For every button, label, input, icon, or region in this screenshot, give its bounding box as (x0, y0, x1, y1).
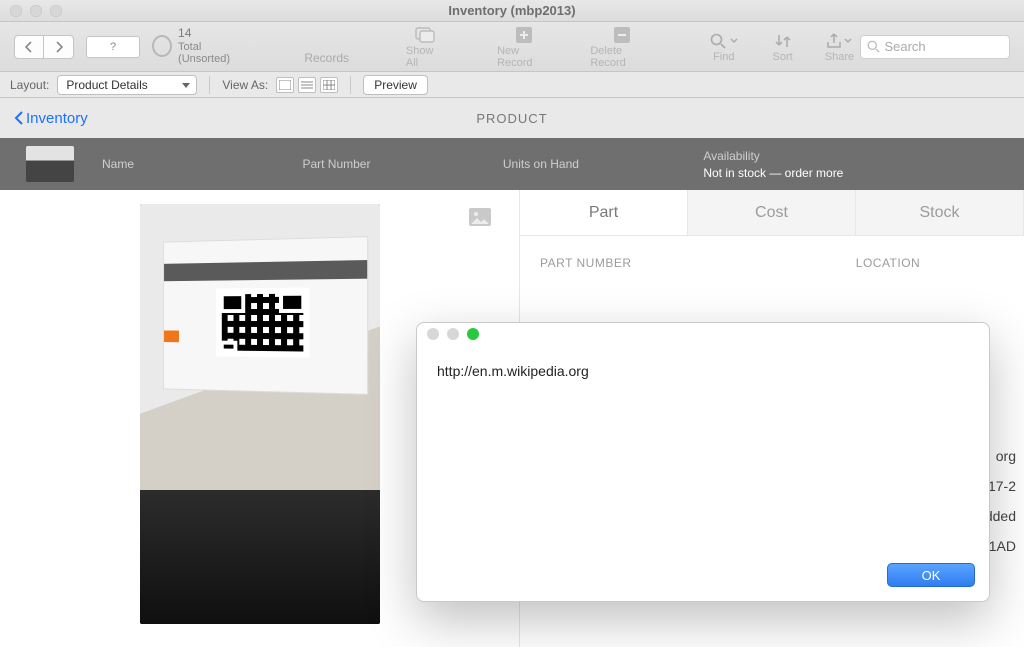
dialog-minimize-dot-icon[interactable] (447, 328, 459, 340)
total-count: 14 (178, 27, 247, 41)
qr-code-icon (216, 288, 310, 359)
dialog-titlebar (417, 323, 989, 345)
preview-button[interactable]: Preview (363, 75, 428, 95)
plus-square-icon (514, 25, 534, 45)
view-table-button[interactable] (320, 77, 338, 93)
search-placeholder: Search (884, 39, 925, 54)
share-icon (824, 31, 854, 51)
tab-stock[interactable]: Stock (856, 190, 1024, 235)
record-thumbnail (26, 146, 74, 182)
tab-cost[interactable]: Cost (688, 190, 856, 235)
dialog-zoom-dot-icon[interactable] (467, 328, 479, 340)
records-label: Records (304, 51, 349, 65)
search-input[interactable]: Search (860, 35, 1010, 59)
layout-select[interactable]: Product Details (57, 75, 197, 95)
record-photo[interactable] (140, 204, 380, 624)
summary-header: Name Part Number Units on Hand Availabil… (0, 138, 1024, 190)
record-total-block: 14 Total (Unsorted) (178, 27, 247, 66)
found-set-pie-icon[interactable] (152, 35, 172, 57)
col-part-label: Part Number (302, 157, 502, 171)
page-title: PRODUCT (0, 111, 1024, 126)
field-labels-row: PART NUMBER LOCATION (520, 236, 1024, 278)
next-record-button[interactable] (44, 35, 74, 59)
show-all-button[interactable]: Show All (406, 25, 444, 69)
breadcrumb-bar: Inventory PRODUCT (0, 98, 1024, 138)
dialog-body-text: http://en.m.wikipedia.org (417, 345, 989, 553)
layout-select-value: Product Details (66, 78, 147, 92)
table-view-icon (323, 80, 335, 90)
location-label: LOCATION (772, 256, 1004, 270)
ok-button[interactable]: OK (887, 563, 975, 587)
sort-button[interactable]: Sort (773, 31, 793, 63)
view-form-button[interactable] (276, 77, 294, 93)
minus-square-icon (612, 25, 632, 45)
form-view-icon (279, 80, 291, 90)
list-view-icon (301, 80, 313, 90)
image-placeholder-icon[interactable] (469, 208, 491, 226)
viewas-label: View As: (222, 78, 268, 92)
delete-record-button[interactable]: Delete Record (590, 25, 653, 69)
layout-label: Layout: (10, 78, 49, 92)
new-record-button[interactable]: New Record (497, 25, 551, 69)
magnifier-icon (707, 31, 741, 51)
result-dialog: http://en.m.wikipedia.org OK (416, 322, 990, 602)
prev-record-button[interactable] (14, 35, 44, 59)
record-summary: 14 Total (Unsorted) (152, 27, 247, 66)
main-toolbar: ? 14 Total (Unsorted) Records Show All N… (0, 22, 1024, 72)
record-nav (14, 35, 74, 59)
chevron-right-icon (55, 41, 63, 53)
window-title: Inventory (mbp2013) (0, 3, 1024, 18)
title-bar: Inventory (mbp2013) (0, 0, 1024, 22)
partnumber-label: PART NUMBER (540, 256, 772, 270)
chevron-down-icon (730, 37, 738, 45)
col-avail-value: Not in stock — order more (703, 166, 1024, 180)
view-list-button[interactable] (298, 77, 316, 93)
find-button[interactable]: Find (707, 31, 741, 63)
layout-bar: Layout: Product Details View As: Preview (0, 72, 1024, 98)
chevron-down-icon (844, 37, 852, 45)
col-name-label: Name (102, 157, 302, 171)
total-label: Total (Unsorted) (178, 41, 247, 66)
dialog-close-dot-icon[interactable] (427, 328, 439, 340)
show-all-icon (415, 25, 435, 45)
search-icon (867, 40, 880, 53)
share-button[interactable]: Share (824, 31, 854, 63)
sort-icon (773, 31, 793, 51)
detail-tabs: Part Cost Stock (520, 190, 1024, 236)
tab-part[interactable]: Part (520, 190, 688, 235)
chevron-left-icon (25, 41, 33, 53)
col-avail-label: Availability (703, 149, 1024, 163)
col-units-label: Units on Hand (503, 157, 703, 171)
record-number-field[interactable]: ? (86, 36, 140, 58)
